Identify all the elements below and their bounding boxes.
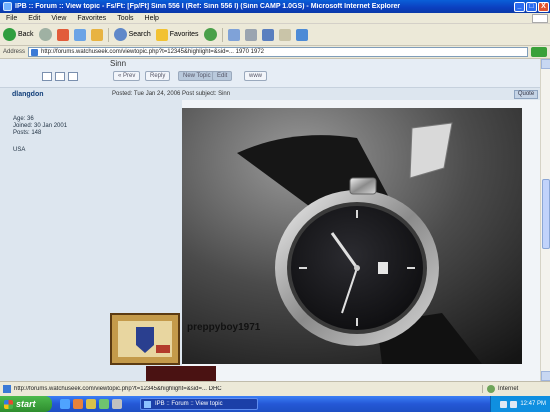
new-topic-button[interactable]: New Topic <box>178 71 216 81</box>
topic-title: Sinn <box>110 59 127 68</box>
signature: preppyboy1971 <box>187 322 261 333</box>
firefox-quicklaunch-icon[interactable] <box>73 399 83 409</box>
quick-launch <box>60 399 122 409</box>
ie-icon <box>3 2 12 11</box>
favorites-label: Favorites <box>169 31 199 38</box>
search-icon <box>113 28 127 41</box>
forward-button[interactable] <box>38 28 52 41</box>
menu-tools[interactable]: Tools <box>117 15 133 22</box>
menu-edit[interactable]: Edit <box>28 15 40 22</box>
star-icon <box>155 28 168 41</box>
security-zone: Internet <box>482 385 550 393</box>
menu-help[interactable]: Help <box>145 15 159 22</box>
back-label: Back <box>18 31 34 38</box>
author-joined: Joined: 30 Jan 2001 <box>13 123 68 129</box>
signature-image-strip <box>146 366 216 381</box>
nav-icon[interactable] <box>55 72 65 81</box>
menu-view[interactable]: View <box>51 15 66 22</box>
window-title-bar: IPB :: Forum :: View topic - Fs/Ft: [Fp/… <box>0 0 550 13</box>
maximize-button[interactable]: □ <box>526 1 537 12</box>
back-button[interactable]: Back <box>3 28 34 41</box>
address-input[interactable]: http://forums.watchuseek.com/viewtopic.p… <box>28 47 528 57</box>
status-text: http://forums.watchuseek.com/viewtopic.p… <box>14 386 222 392</box>
reply-button[interactable]: Reply <box>145 71 171 81</box>
system-tray: 12:47 PM <box>490 396 550 412</box>
go-button[interactable] <box>531 47 547 57</box>
windows-logo-icon <box>532 14 548 23</box>
menu-file[interactable]: File <box>6 15 17 22</box>
back-arrow-icon <box>3 28 16 41</box>
zone-label: Internet <box>498 386 519 392</box>
page-content: Sinn « Prev Reply New Topic Edit www dla… <box>0 59 540 381</box>
post-author[interactable]: dlangdon <box>12 91 44 98</box>
author-location: USA <box>13 147 26 153</box>
vertical-scrollbar[interactable] <box>540 59 550 381</box>
toolbar-separator <box>107 27 109 42</box>
post-header: dlangdon Posted: Tue Jan 24, 2006 Post s… <box>0 87 540 100</box>
menu-bar: File Edit View Favorites Tools Help <box>0 13 550 24</box>
www-button[interactable]: www <box>244 71 267 81</box>
prev-button[interactable]: « Prev <box>113 71 141 81</box>
scroll-down-arrow[interactable] <box>541 371 550 381</box>
favorites-button[interactable]: Favorites <box>155 28 199 41</box>
edit-icon[interactable] <box>261 28 274 41</box>
address-bar: Address http://forums.watchuseek.com/vie… <box>0 46 550 59</box>
refresh-icon[interactable] <box>73 28 86 41</box>
menu-favorites[interactable]: Favorites <box>77 15 106 22</box>
minimize-button[interactable]: _ <box>514 1 525 12</box>
taskbar: start IPB :: Forum :: View topic 12:47 P… <box>0 396 550 412</box>
network-icon[interactable] <box>510 400 518 408</box>
edit-button[interactable]: Edit <box>212 71 233 81</box>
scroll-up-arrow[interactable] <box>541 59 550 69</box>
toolbar-separator <box>221 27 223 42</box>
print-icon[interactable] <box>244 28 257 41</box>
nav-icon[interactable] <box>42 72 52 81</box>
ie-quicklaunch-icon[interactable] <box>60 399 70 409</box>
search-button[interactable]: Search <box>113 28 151 41</box>
mail-icon[interactable] <box>227 28 240 41</box>
avatar <box>110 313 180 365</box>
app-quicklaunch-icon[interactable] <box>112 399 122 409</box>
window-title: IPB :: Forum :: View topic - Fs/Ft: [Fp/… <box>15 3 401 10</box>
nav-icon[interactable] <box>68 72 78 81</box>
topic-header: Sinn « Prev Reply New Topic Edit www <box>0 59 540 87</box>
home-icon[interactable] <box>90 28 103 41</box>
author-posts: Posts: 148 <box>13 130 42 136</box>
media-icon[interactable] <box>203 28 217 41</box>
clock: 12:47 PM <box>520 401 546 407</box>
start-button[interactable]: start <box>0 396 52 412</box>
messenger-icon[interactable] <box>295 28 308 41</box>
search-label: Search <box>128 31 151 38</box>
scroll-thumb[interactable] <box>542 179 550 249</box>
windows-flag-icon <box>4 399 13 409</box>
status-bar: http://forums.watchuseek.com/viewtopic.p… <box>0 381 550 396</box>
toolbar: Back Search Favorites <box>0 24 550 46</box>
quote-button[interactable]: Quote <box>514 90 538 99</box>
taskbar-window-item[interactable]: IPB :: Forum :: View topic <box>140 398 258 410</box>
author-age: Age: 36 <box>13 116 34 122</box>
page-status-icon <box>3 385 11 393</box>
avatar-image <box>112 315 178 363</box>
volume-icon[interactable] <box>500 400 508 408</box>
address-label: Address <box>3 49 26 55</box>
stop-icon[interactable] <box>56 28 69 41</box>
folder-quicklaunch-icon[interactable] <box>86 399 96 409</box>
post-meta: Posted: Tue Jan 24, 2006 Post subject: S… <box>112 91 231 97</box>
close-button[interactable]: X <box>538 1 549 12</box>
internet-globe-icon <box>487 385 495 393</box>
discuss-icon[interactable] <box>278 28 291 41</box>
author-info: Age: 36 Joined: 30 Jan 2001 Posts: 148 U… <box>13 116 67 154</box>
app-quicklaunch-icon[interactable] <box>99 399 109 409</box>
start-label: start <box>16 399 36 409</box>
